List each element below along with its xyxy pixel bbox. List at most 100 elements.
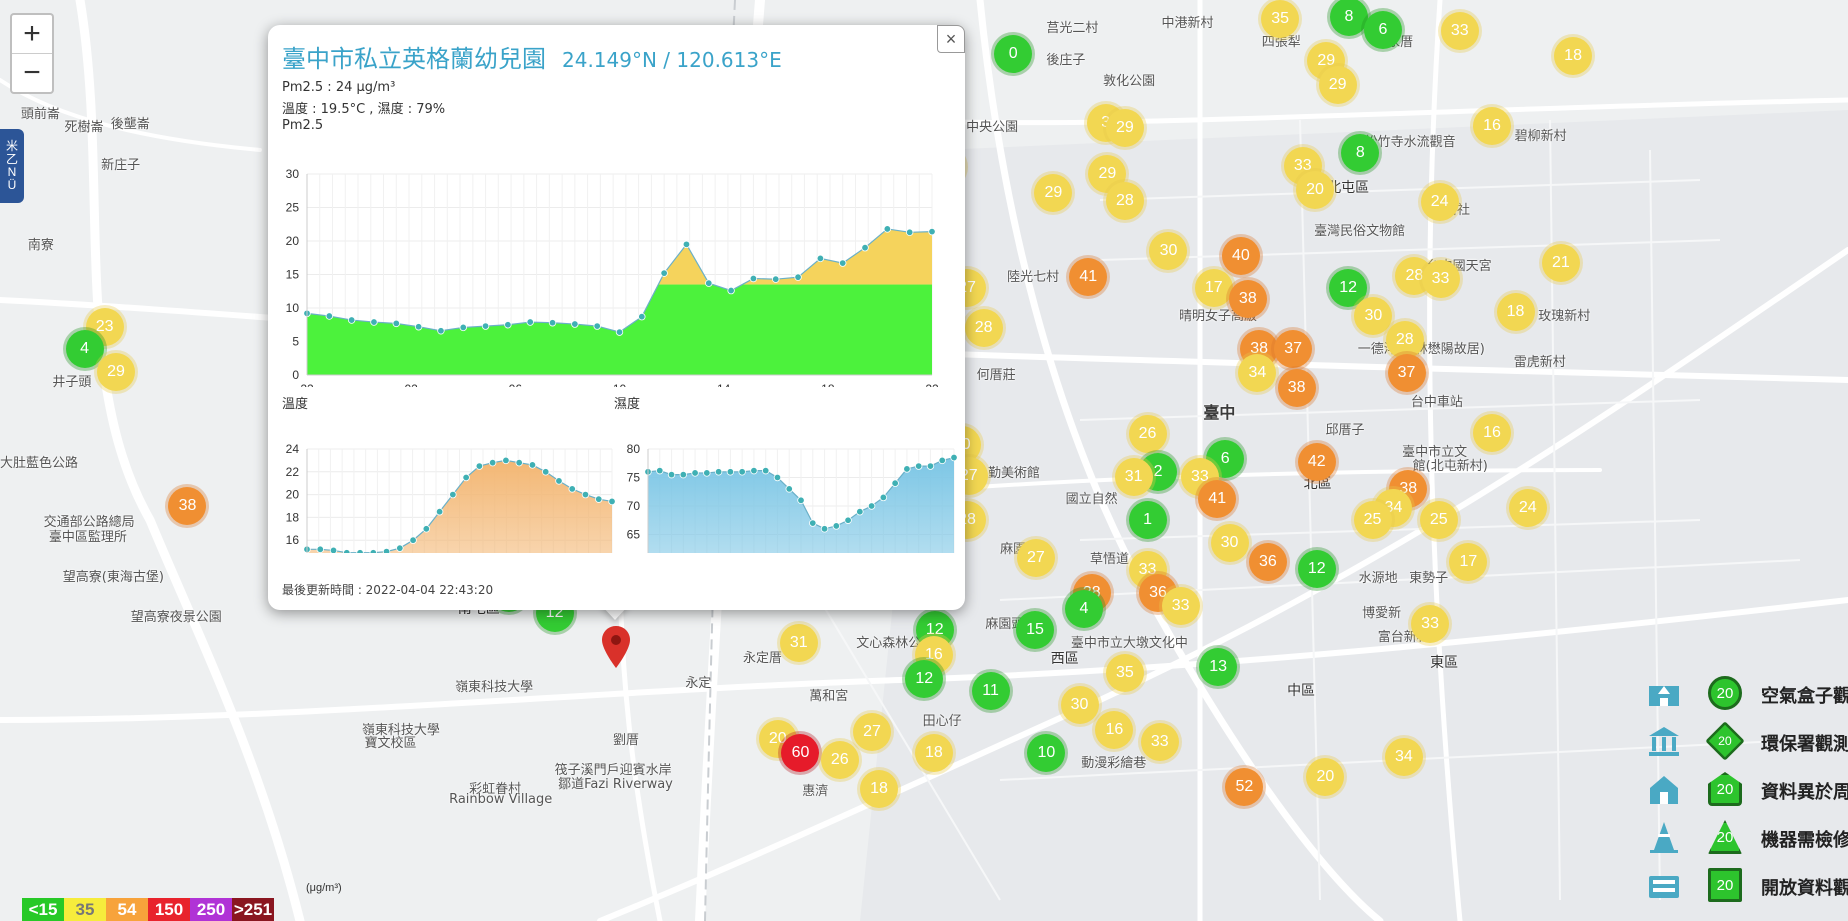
data-point — [903, 465, 911, 473]
data-point — [504, 321, 512, 329]
sensor-value: 20 — [1306, 181, 1324, 199]
sensor-marker[interactable]: 13 — [1199, 648, 1238, 687]
sensor-marker[interactable]: 33 — [1161, 587, 1200, 626]
place-label: 中央公園 — [966, 119, 1019, 135]
y-tick-label: 0 — [292, 368, 299, 382]
sensor-value: 4 — [1079, 599, 1089, 617]
sensor-marker[interactable]: 20 — [1295, 171, 1334, 210]
sensor-value: 33 — [1171, 597, 1190, 615]
sensor-marker[interactable]: 34 — [1384, 737, 1423, 776]
sensor-value: 18 — [1506, 303, 1525, 321]
sensor-marker[interactable]: 17 — [1194, 268, 1233, 307]
sensor-marker[interactable]: 25 — [1419, 500, 1458, 539]
sensor-marker[interactable]: 31 — [1114, 457, 1153, 496]
close-button[interactable]: × — [937, 25, 965, 53]
sensor-marker[interactable]: 35 — [1261, 0, 1300, 39]
data-point — [794, 273, 802, 281]
sensor-value: 33 — [1421, 615, 1439, 633]
sensor-value: 33 — [1431, 270, 1450, 288]
sensor-marker[interactable]: 21 — [1541, 244, 1580, 283]
x-tick-label: 06 — [509, 382, 523, 387]
data-point — [705, 279, 713, 287]
sensor-marker[interactable]: 29 — [1105, 109, 1144, 148]
sensor-marker[interactable]: 12 — [1297, 550, 1336, 589]
sensor-value: 12 — [1339, 278, 1357, 296]
data-point — [856, 507, 864, 516]
sensor-marker[interactable]: 11 — [971, 672, 1010, 711]
data-point — [660, 269, 668, 277]
sensor-marker[interactable]: 28 — [964, 308, 1003, 347]
x-tick-label: 02 — [404, 382, 418, 387]
data-point — [809, 519, 817, 527]
sensor-value: 18 — [870, 780, 888, 798]
sensor-marker[interactable]: 6 — [1363, 10, 1402, 49]
sensor-marker[interactable]: 37 — [1387, 354, 1426, 393]
sensor-marker[interactable]: 4 — [1064, 589, 1103, 628]
sensor-value: 38 — [178, 496, 197, 514]
zoom-in-button[interactable]: + — [12, 15, 52, 53]
sensor-marker[interactable]: 37 — [1274, 329, 1313, 368]
data-point — [526, 318, 534, 326]
data-point — [329, 546, 338, 553]
sensor-marker[interactable]: 24 — [1420, 183, 1459, 222]
sensor-marker[interactable]: 4 — [65, 329, 104, 368]
area-over-threshold — [307, 228, 932, 285]
sensor-value: 29 — [1328, 75, 1347, 93]
pm-chart-title: Pm2.5 — [282, 118, 324, 133]
sensor-marker[interactable]: 41 — [1198, 479, 1237, 518]
place-label: 鄒道Fazi Riverway — [558, 776, 673, 792]
y-tick-label: 10 — [286, 301, 300, 315]
sensor-marker[interactable]: 42 — [1297, 443, 1336, 482]
sensor-marker[interactable]: 33 — [1421, 260, 1460, 299]
zoom-out-button[interactable]: − — [12, 53, 52, 92]
data-point — [727, 286, 735, 295]
pm-chart: 0 5 10 15 20 25 30 22 02 06 10 14 18 22 — [286, 167, 939, 387]
sensor-marker[interactable]: 18 — [859, 770, 898, 809]
sensor-marker[interactable]: 10 — [1027, 733, 1066, 772]
sensor-marker[interactable]: 18 — [1554, 36, 1593, 75]
place-label: 台中車站 — [1410, 394, 1463, 410]
sensor-marker[interactable]: 18 — [1496, 293, 1535, 332]
data-point — [861, 243, 869, 252]
sensor-marker[interactable]: 60 — [781, 733, 820, 772]
sensor-marker[interactable]: 16 — [1095, 710, 1134, 749]
place-label: 館(北屯新村) — [1412, 459, 1488, 475]
data-point — [409, 536, 417, 544]
legend-unit: (μg/m³) — [306, 882, 342, 894]
pm-legend: <15 35 54 150 250 >251 — [22, 898, 274, 921]
sensor-marker[interactable]: 29 — [1318, 65, 1357, 104]
side-panel-tab[interactable]: 米 乙 N Ü — [0, 129, 24, 203]
sensor-marker[interactable]: 27 — [1016, 539, 1055, 578]
sensor-marker[interactable]: 30 — [1354, 296, 1393, 335]
sensor-marker[interactable]: 40 — [1221, 237, 1260, 276]
sensor-marker[interactable]: 30 — [1210, 524, 1249, 563]
place-label: 臺中 — [1203, 403, 1236, 423]
sensor-marker[interactable]: 52 — [1225, 767, 1264, 806]
place-label: 死樹崙 — [64, 119, 104, 135]
sensor-marker[interactable]: 26 — [820, 741, 859, 780]
data-point — [396, 544, 404, 552]
place-label: 劉厝 — [613, 732, 640, 748]
last-updated: 最後更新時間 : 2022-04-04 22:43:20 — [282, 583, 494, 597]
sensor-marker[interactable]: 31 — [779, 623, 818, 662]
sensor-marker[interactable]: 35 — [1105, 654, 1144, 693]
sensor-marker[interactable]: 38 — [168, 486, 207, 525]
sensor-marker[interactable]: 33 — [1140, 723, 1179, 762]
data-point — [515, 458, 523, 467]
location-pin-icon[interactable] — [602, 626, 630, 668]
sensor-marker[interactable]: 26 — [1128, 415, 1167, 454]
y-tick-label: 80 — [627, 442, 641, 456]
sensor-marker[interactable]: 25 — [1353, 500, 1392, 539]
sensor-marker[interactable]: 29 — [1034, 173, 1073, 212]
temp-humidity-reading: 溫度 : 19.5°C , 濕度 : 79% — [282, 102, 446, 117]
sensor-marker[interactable]: 38 — [1277, 369, 1316, 408]
sensor-marker[interactable]: 24 — [1508, 488, 1547, 527]
data-point — [459, 323, 467, 332]
sensor-marker[interactable]: 33 — [1440, 12, 1479, 51]
sensor-marker[interactable]: 30 — [1060, 685, 1099, 724]
sensor-marker[interactable]: 18 — [914, 733, 953, 772]
data-point — [839, 259, 847, 267]
sensor-marker[interactable]: 1 — [1128, 500, 1167, 539]
data-point — [703, 469, 711, 477]
sensor-marker[interactable]: 38 — [1228, 280, 1267, 319]
